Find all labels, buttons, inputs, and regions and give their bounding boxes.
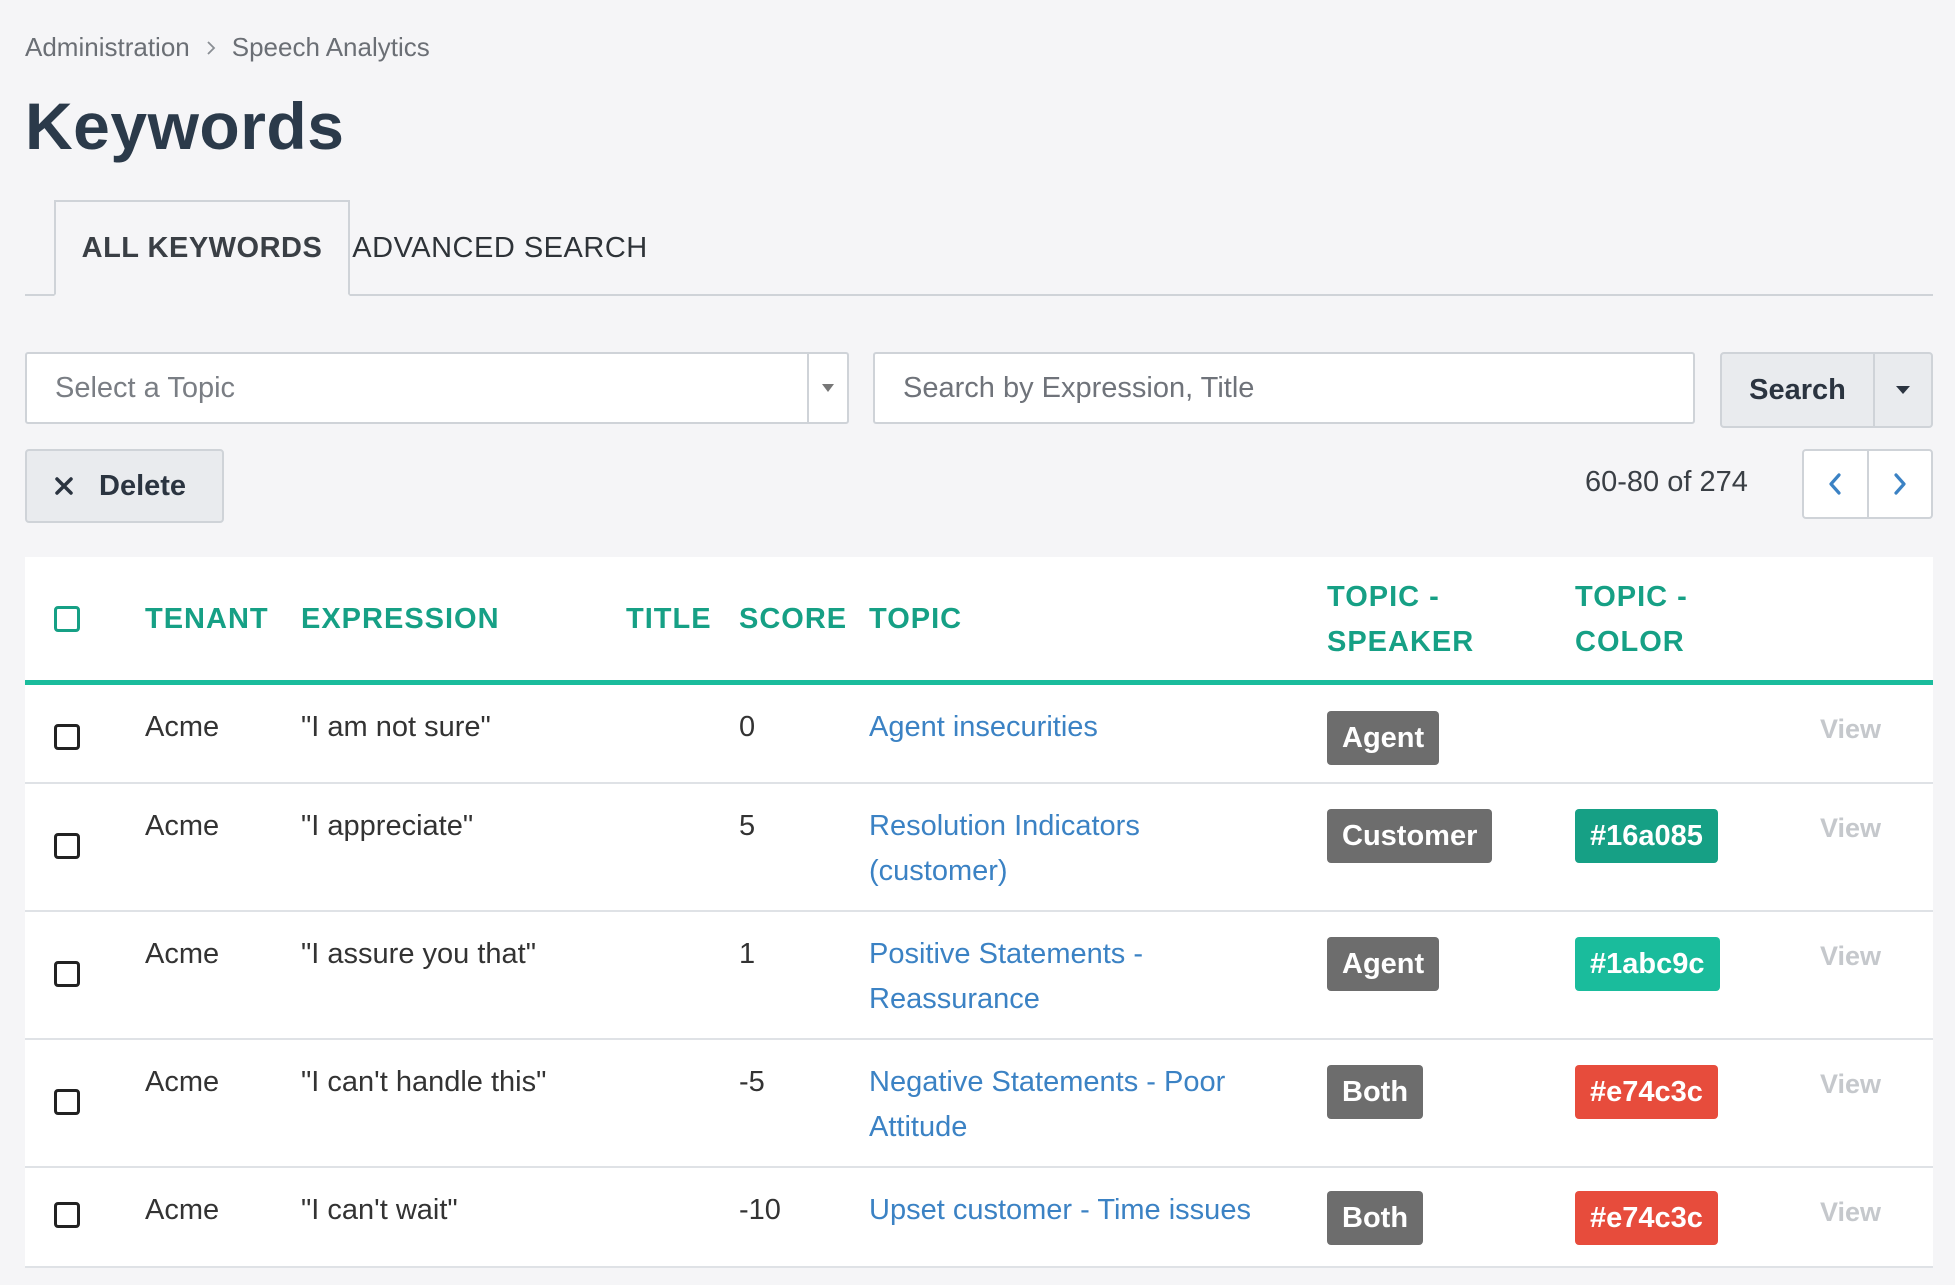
pagination-controls [1802, 449, 1933, 519]
color-badge: #1abc9c [1575, 937, 1720, 991]
row-checkbox[interactable] [54, 1202, 80, 1228]
row-checkbox[interactable] [54, 724, 80, 750]
header-topic-color[interactable]: TOPIC - COLOR [1575, 575, 1688, 665]
topic-link-line2: Attitude [869, 1111, 968, 1143]
table-header: TENANT EXPRESSION TITLE SCORE TOPIC TOPI… [25, 557, 1933, 685]
topic-link-line1: Agent insecurities [869, 711, 1098, 743]
topic-link-line1: Upset customer - Time issues [869, 1194, 1251, 1226]
topic-link-line1: Resolution Indicators [869, 810, 1140, 842]
delete-button[interactable]: Delete [25, 449, 224, 523]
row-checkbox[interactable] [54, 833, 80, 859]
triangle-down-icon[interactable] [807, 354, 847, 422]
breadcrumb-item-speech-analytics[interactable]: Speech Analytics [232, 32, 430, 63]
topic-link[interactable]: Negative Statements - Poor Attitude [869, 1060, 1289, 1150]
header-topic-color-line1: TOPIC - [1575, 581, 1688, 613]
search-button-group: Search [1720, 352, 1933, 428]
search-input[interactable] [873, 352, 1695, 424]
cell-tenant: Acme [145, 810, 220, 842]
topic-link-line2: Reassurance [869, 983, 1040, 1015]
table-row: Acme "I am not sure" 0 Agent insecuritie… [25, 685, 1933, 784]
header-title[interactable]: TITLE [626, 597, 712, 642]
breadcrumb: Administration Speech Analytics [25, 32, 430, 63]
cell-score: 1 [739, 938, 756, 970]
header-topic-color-line2: COLOR [1575, 626, 1685, 658]
color-badge: #16a085 [1575, 809, 1718, 863]
table-row: Acme "I can't handle this" -5 Negative S… [25, 1040, 1933, 1168]
cell-score: -10 [739, 1194, 781, 1226]
speaker-badge: Agent [1327, 711, 1440, 765]
chevron-left-icon [1829, 473, 1841, 495]
topic-link[interactable]: Positive Statements - Reassurance [869, 932, 1289, 1022]
keywords-table: TENANT EXPRESSION TITLE SCORE TOPIC TOPI… [25, 557, 1933, 1268]
header-score[interactable]: SCORE [739, 597, 847, 642]
header-tenant[interactable]: TENANT [145, 597, 269, 642]
speaker-badge: Both [1327, 1065, 1424, 1119]
cell-expression: "I am not sure" [301, 711, 491, 743]
topic-select-placeholder: Select a Topic [55, 371, 236, 404]
header-expression[interactable]: EXPRESSION [301, 597, 500, 642]
cell-tenant: Acme [145, 1194, 220, 1226]
chevron-right-icon [204, 40, 218, 55]
topic-link[interactable]: Resolution Indicators (customer) [869, 804, 1289, 894]
caret-down-icon[interactable] [1875, 354, 1931, 426]
cell-score: 0 [739, 711, 756, 743]
cell-expression: "I can't handle this" [301, 1066, 547, 1098]
next-page-button[interactable] [1869, 451, 1932, 517]
topic-link-line1: Positive Statements - [869, 938, 1143, 970]
row-checkbox[interactable] [54, 1089, 80, 1115]
search-button[interactable]: Search [1722, 354, 1875, 426]
page-title: Keywords [25, 89, 345, 163]
cell-expression: "I can't wait" [301, 1194, 458, 1226]
chevron-right-icon [1894, 473, 1906, 495]
topic-link-line1: Negative Statements - Poor [869, 1066, 1226, 1098]
cell-tenant: Acme [145, 938, 220, 970]
cell-score: -5 [739, 1066, 765, 1098]
tab-advanced-search[interactable]: ADVANCED SEARCH [350, 200, 650, 296]
delete-button-label: Delete [99, 469, 187, 502]
color-badge: #e74c3c [1575, 1191, 1718, 1245]
topic-link[interactable]: Agent insecurities [869, 705, 1289, 750]
table-row: Acme "I appreciate" 5 Resolution Indicat… [25, 784, 1933, 912]
table-row: Acme "I assure you that" 1 Positive Stat… [25, 912, 1933, 1040]
header-topic[interactable]: TOPIC [869, 597, 962, 642]
topic-select[interactable]: Select a Topic [25, 352, 849, 424]
view-link[interactable]: View [1820, 941, 1881, 972]
cell-score: 5 [739, 810, 756, 842]
view-link[interactable]: View [1820, 1069, 1881, 1100]
cell-expression: "I appreciate" [301, 810, 474, 842]
select-all-checkbox[interactable] [54, 606, 80, 632]
view-link[interactable]: View [1820, 1197, 1881, 1228]
tab-all-keywords[interactable]: ALL KEYWORDS [54, 200, 350, 296]
header-topic-speaker[interactable]: TOPIC - SPEAKER [1327, 575, 1474, 665]
cell-expression: "I assure you that" [301, 938, 536, 970]
close-icon [55, 477, 73, 495]
color-badge: #e74c3c [1575, 1065, 1718, 1119]
table-row: Acme "I can't wait" -10 Upset customer -… [25, 1168, 1933, 1268]
cell-tenant: Acme [145, 711, 220, 743]
header-topic-speaker-line2: SPEAKER [1327, 626, 1475, 658]
speaker-badge: Customer [1327, 809, 1493, 863]
breadcrumb-item-administration[interactable]: Administration [25, 32, 190, 63]
tab-bar: ALL KEYWORDS ADVANCED SEARCH [25, 200, 1933, 296]
row-checkbox[interactable] [54, 961, 80, 987]
speaker-badge: Both [1327, 1191, 1424, 1245]
view-link[interactable]: View [1820, 813, 1881, 844]
topic-link[interactable]: Upset customer - Time issues [869, 1188, 1289, 1233]
view-link[interactable]: View [1820, 714, 1881, 745]
topic-link-line2: (customer) [869, 855, 1008, 887]
speaker-badge: Agent [1327, 937, 1440, 991]
pagination-range: 60-80 of 274 [1585, 466, 1748, 498]
prev-page-button[interactable] [1804, 451, 1869, 517]
header-topic-speaker-line1: TOPIC - [1327, 581, 1440, 613]
cell-tenant: Acme [145, 1066, 220, 1098]
